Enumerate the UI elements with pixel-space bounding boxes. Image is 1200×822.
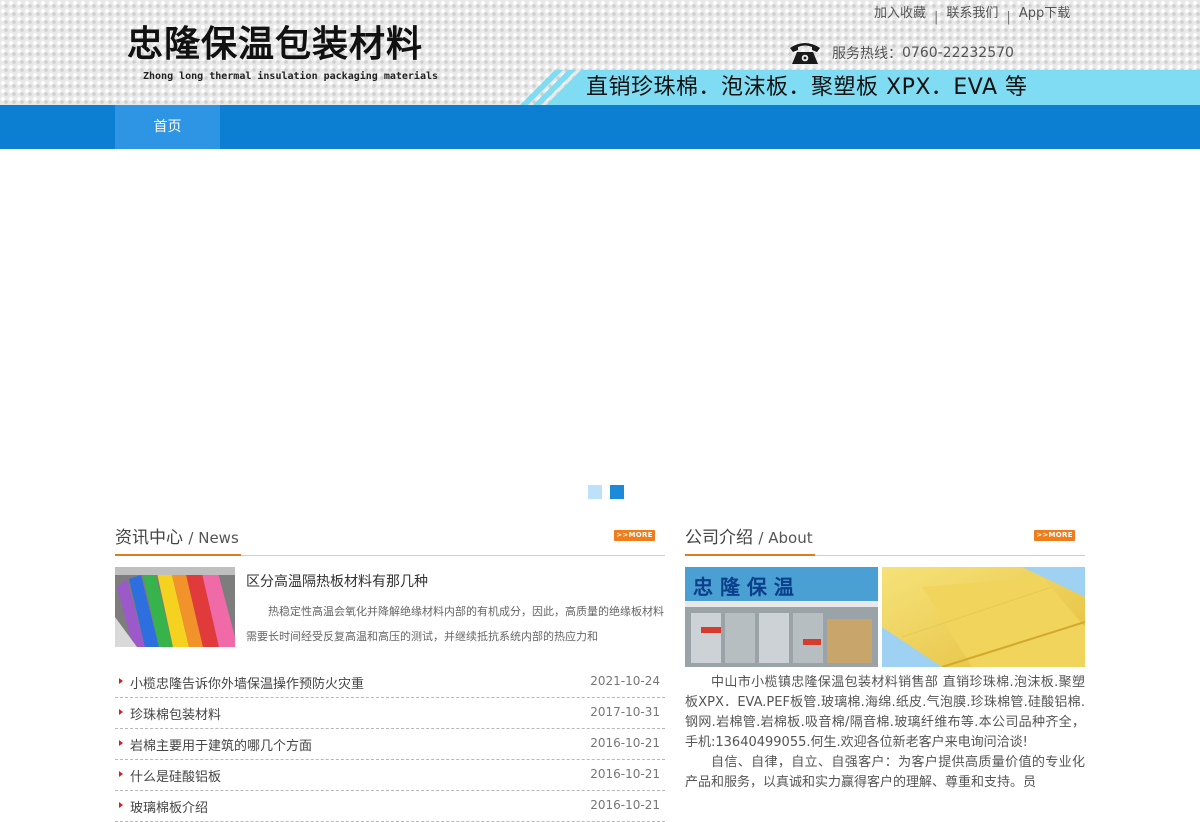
about-photos: 忠 隆 保 温 (685, 567, 1085, 667)
news-more-button[interactable]: >>MORE (614, 530, 655, 541)
hotline-label: 服务热线： (832, 46, 902, 62)
news-section: 资讯中心 / News >>MORE 区分高温隔热板材料有那几种 热稳定性高温会… (115, 520, 665, 822)
main-nav: 首页 (0, 105, 1200, 149)
news-item-title[interactable]: 什么是硅酸铝板 (130, 766, 221, 785)
banner-slider (0, 149, 1200, 509)
slider-dot-1[interactable] (588, 485, 602, 499)
news-list-item[interactable]: 玻璃棉板介绍 2016-10-21 (115, 791, 665, 822)
bullet-icon (119, 771, 123, 777)
featured-news-desc: 热稳定性高温会氧化并降解绝缘材料内部的有机成分，因此，高质量的绝缘板材料需要长时… (246, 605, 664, 643)
news-item-date: 2016-10-21 (590, 736, 660, 750)
about-title: 公司介绍 / About (685, 524, 815, 556)
hotline: 服务热线： 0760-22232570 (788, 38, 1014, 68)
news-item-title[interactable]: 岩棉主要用于建筑的哪几个方面 (130, 735, 312, 754)
storefront-photo: 忠 隆 保 温 (685, 567, 878, 667)
about-more-button[interactable]: >>MORE (1034, 530, 1075, 541)
news-item-title[interactable]: 小榄忠隆告诉你外墙保温操作预防火灾重 (130, 673, 364, 692)
news-title-cn: 资讯中心 (115, 528, 183, 548)
site-header: 忠隆保温包装材料 Zhong long thermal insulation p… (0, 0, 1200, 105)
news-list-item[interactable]: 什么是硅酸铝板 2016-10-21 (115, 760, 665, 791)
bullet-icon (119, 802, 123, 808)
about-title-cn: 公司介绍 (685, 528, 753, 548)
news-item-date: 2021-10-24 (590, 674, 660, 688)
news-header: 资讯中心 / News >>MORE (115, 520, 665, 556)
nav-item-home[interactable]: 首页 (115, 105, 220, 149)
insulation-board-photo (882, 567, 1085, 667)
about-title-en: / About (758, 529, 813, 547)
news-item-date: 2016-10-21 (590, 798, 660, 812)
telephone-icon (790, 43, 820, 64)
about-paragraph: 自信、自律，自立、自强客户：为客户提供高质量价值的专业化产品和服务，以真诚和实力… (685, 755, 1085, 790)
featured-news-thumbnail[interactable] (115, 567, 235, 647)
slider-dots (588, 485, 624, 499)
news-title-en: / News (188, 529, 239, 547)
news-item-date: 2016-10-21 (590, 767, 660, 781)
about-section: 公司介绍 / About >>MORE 忠 隆 保 温 中山市小榄镇忠隆保温包装… (685, 520, 1085, 793)
featured-news: 区分高温隔热板材料有那几种 热稳定性高温会氧化并降解绝缘材料内部的有机成分，因此… (115, 567, 665, 667)
slider-dot-2[interactable] (610, 485, 624, 499)
news-item-date: 2017-10-31 (590, 705, 660, 719)
logo-title[interactable]: 忠隆保温包装材料 (127, 22, 423, 66)
news-item-title[interactable]: 珍珠棉包装材料 (130, 704, 221, 723)
news-title: 资讯中心 / News (115, 524, 241, 556)
app-download-link[interactable]: App下载 (1011, 5, 1078, 25)
about-paragraph: 中山市小榄镇忠隆保温包装材料销售部 直销珍珠棉.泡沫板.聚塑板XPX．EVA.P… (685, 675, 1085, 750)
featured-news-title[interactable]: 区分高温隔热板材料有那几种 (246, 571, 428, 591)
bullet-icon (119, 740, 123, 746)
content-area: 资讯中心 / News >>MORE 区分高温隔热板材料有那几种 热稳定性高温会… (115, 520, 1085, 822)
news-list-item[interactable]: 珍珠棉包装材料 2017-10-31 (115, 698, 665, 729)
add-favorite-link[interactable]: 加入收藏 (866, 5, 934, 25)
header-slogan: 直销珍珠棉．泡沫板．聚塑板 XPX．EVA 等 (586, 75, 1028, 100)
bullet-icon (119, 678, 123, 684)
bullet-icon (119, 709, 123, 715)
store-sign-text: 忠 隆 保 温 (693, 575, 794, 599)
news-list: 小榄忠隆告诉你外墙保温操作预防火灾重 2021-10-24 珍珠棉包装材料 20… (115, 667, 665, 822)
news-list-item[interactable]: 小榄忠隆告诉你外墙保温操作预防火灾重 2021-10-24 (115, 667, 665, 698)
contact-us-link[interactable]: 联系我们 (938, 5, 1006, 25)
news-list-item[interactable]: 岩棉主要用于建筑的哪几个方面 2016-10-21 (115, 729, 665, 760)
hotline-number[interactable]: 0760-22232570 (902, 45, 1014, 61)
about-header: 公司介绍 / About >>MORE (685, 520, 1085, 556)
top-links: 加入收藏 | 联系我们 | App下载 (866, 5, 1078, 25)
